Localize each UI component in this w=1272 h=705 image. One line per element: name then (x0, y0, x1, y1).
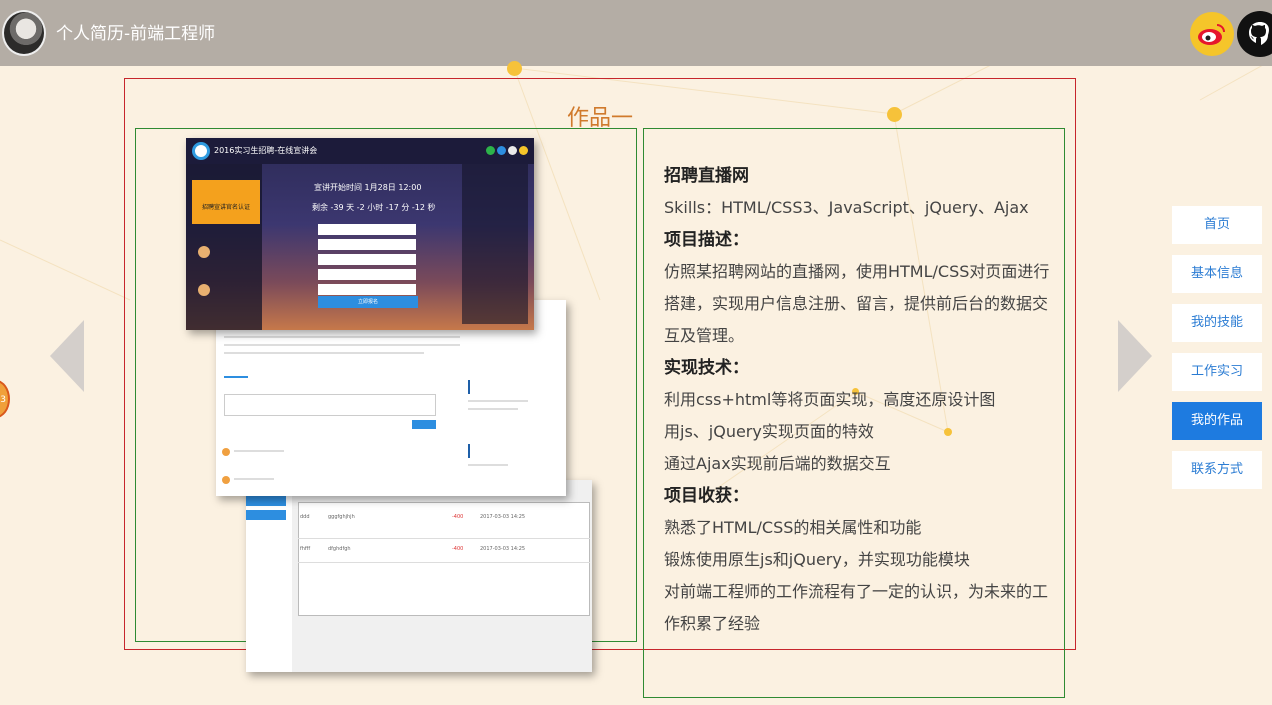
text-line (234, 478, 274, 480)
screenshot-badge: 招聘宣讲官名认证 (192, 180, 260, 224)
desc-heading: 项目描述： (664, 230, 749, 250)
nav-item-internship[interactable]: 工作实习 (1172, 353, 1262, 391)
share-icons (486, 146, 528, 155)
avatar (2, 10, 46, 56)
cell-time: 2017-03-03 14:25 (480, 514, 526, 520)
form-field (318, 254, 416, 265)
comment-box (224, 394, 436, 416)
prev-arrow-icon[interactable] (50, 320, 84, 392)
nav-item-works[interactable]: 我的作品 (1172, 402, 1262, 440)
sidebar-divider (468, 444, 470, 458)
table-row-divider (298, 562, 590, 563)
next-arrow-icon[interactable] (1118, 320, 1152, 392)
sidebar-line (468, 464, 508, 466)
project-name: 招聘直播网 (664, 166, 749, 186)
decor-dot (507, 61, 522, 76)
gain-heading: 项目收获： (664, 486, 749, 506)
side-nav: 首页 基本信息 我的技能 工作实习 我的作品 联系方式 (1172, 206, 1262, 500)
comment-submit (412, 420, 436, 429)
screenshot-title: 2016实习生招聘-在线宣讲会 (214, 146, 318, 155)
countdown-title: 宣讲开始时间 1月28日 12:00 (314, 183, 422, 192)
gain-item: 熟悉了HTML/CSS的相关属性和功能 (664, 518, 922, 537)
desc-text: 仿照某招聘网站的直播网，使用HTML/CSS对页面进行搭建，实现用户信息注册、留… (664, 262, 1050, 345)
tech-heading: 实现技术： (664, 358, 749, 378)
cell-content: gggfghjhjh (328, 514, 355, 520)
qzone-icon (508, 146, 517, 155)
github-icon[interactable] (1237, 11, 1272, 57)
cell-status: -400 (452, 546, 464, 552)
text-line (224, 336, 460, 338)
sidebar-line (468, 400, 528, 402)
project-screenshot-main: 2016实习生招聘-在线宣讲会 招聘宣讲官名认证 宣讲开始时间 1月28日 12… (186, 138, 534, 330)
nav-item-skills[interactable]: 我的技能 (1172, 304, 1262, 342)
text-line (224, 352, 424, 354)
tech-item: 用js、jQuery实现页面的特效 (664, 422, 874, 441)
cell-content: dfghdfgh (328, 546, 351, 552)
project-skills: Skills：HTML/CSS3、JavaScript、jQuery、Ajax (664, 198, 1029, 217)
nav-item-home[interactable]: 首页 (1172, 206, 1262, 244)
form-field (318, 269, 416, 280)
countdown: 剩余 -39 天 -2 小时 -17 分 -12 秒 (312, 203, 436, 212)
cell-user: fhfff (300, 546, 311, 552)
floating-badge[interactable]: 3 (0, 380, 10, 418)
admin-sidebar (246, 480, 292, 672)
speaker-item (198, 284, 258, 296)
project-description: 招聘直播网 Skills：HTML/CSS3、JavaScript、jQuery… (664, 160, 1054, 640)
wechat-icon (486, 146, 495, 155)
text-line (224, 344, 460, 346)
qq-icon (497, 146, 506, 155)
form-field (318, 284, 416, 295)
cell-status: -400 (452, 514, 464, 520)
gain-item: 锻炼使用原生js和jQuery，并实现功能模块 (664, 550, 970, 569)
nav-item-basic-info[interactable]: 基本信息 (1172, 255, 1262, 293)
text-line (224, 376, 248, 378)
form-field (318, 224, 416, 235)
weibo-small-icon (519, 146, 528, 155)
admin-tab (246, 510, 286, 520)
weibo-icon[interactable] (1190, 12, 1234, 56)
tech-item: 通过Ajax实现前后端的数据交互 (664, 454, 891, 473)
form-field (318, 239, 416, 250)
cell-time: 2017-03-03 14:25 (480, 546, 526, 552)
speaker-item (198, 246, 258, 258)
comment-avatar (222, 476, 230, 484)
sidebar-line (468, 408, 518, 410)
admin-tab (246, 496, 286, 506)
screenshot-submit: 立即报名 (318, 296, 418, 308)
gain-item: 对前端工程师的工作流程有了一定的认识，为未来的工作积累了经验 (664, 582, 1049, 633)
sidebar-divider (468, 380, 470, 394)
tech-item: 利用css+html等将页面实现，高度还原设计图 (664, 390, 996, 409)
nav-item-contact[interactable]: 联系方式 (1172, 451, 1262, 489)
table-row-divider (298, 538, 590, 539)
screenshot-chat-panel (462, 164, 528, 324)
comment-avatar (222, 448, 230, 456)
project-screenshot-admin: ddd gggfghjhjh -400 2017-03-03 14:25 fhf… (246, 480, 592, 672)
screenshot-logo-icon (192, 142, 210, 160)
cell-user: ddd (300, 514, 310, 520)
site-header: 个人简历-前端工程师 (0, 0, 1272, 66)
page-title: 个人简历-前端工程师 (56, 24, 216, 44)
text-line (234, 450, 284, 452)
